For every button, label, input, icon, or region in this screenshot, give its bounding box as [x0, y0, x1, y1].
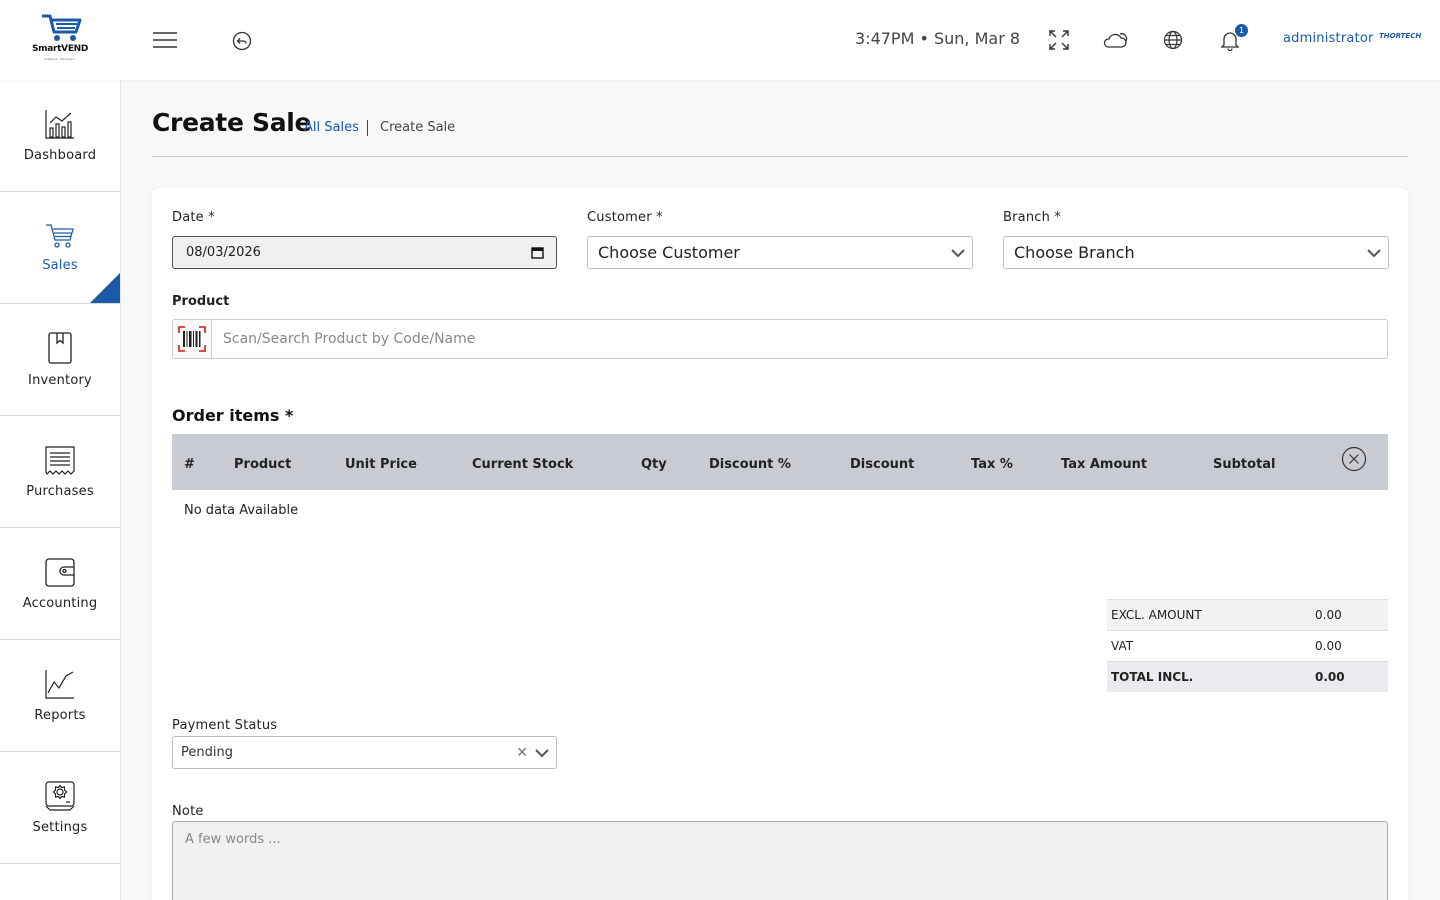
sidebar-item-inventory[interactable]: Inventory — [0, 304, 120, 416]
brand-tagline: Software · Hardware — [44, 57, 75, 61]
sidebar-item-label: Sales — [42, 258, 78, 273]
totals-value: 0.00 — [1315, 670, 1345, 684]
sidebar-item-label: Purchases — [26, 484, 94, 499]
chevron-down-icon — [951, 249, 965, 258]
active-indicator — [90, 273, 120, 303]
note-label: Note — [172, 804, 204, 819]
totals-value: 0.00 — [1315, 639, 1342, 653]
breadcrumb-all-sales[interactable]: All Sales — [304, 120, 359, 135]
date-label: Date * — [172, 210, 215, 225]
column-header: # — [184, 457, 195, 472]
column-header: Subtotal — [1213, 457, 1276, 472]
company-logo: THORTECH — [1379, 32, 1422, 40]
sidebar: Dashboard Sales Inventory Purchases Acco… — [0, 80, 121, 900]
order-items-title: Order items * — [172, 406, 294, 425]
clear-selection-icon[interactable]: ✕ — [516, 745, 528, 761]
totals-label: VAT — [1111, 639, 1134, 653]
current-datetime: 3:47PM • Sun, Mar 8 — [855, 29, 1021, 48]
column-header: Tax Amount — [1061, 457, 1148, 472]
customer-select-value: Choose Customer — [598, 243, 740, 262]
customer-label: Customer * — [587, 210, 663, 225]
totals-label: EXCL. AMOUNT — [1111, 608, 1202, 622]
top-bar: SmartVEND Software · Hardware 3:47PM • S… — [0, 0, 1440, 80]
sidebar-item-accounting[interactable]: Accounting — [0, 528, 120, 640]
totals-table: EXCL. AMOUNT 0.00 VAT 0.00 TOTAL INCL. 0… — [1107, 599, 1388, 692]
barcode-icon — [178, 326, 206, 352]
sidebar-item-reports[interactable]: Reports — [0, 640, 120, 752]
empty-table-message: No data Available — [184, 503, 299, 518]
sidebar-item-purchases[interactable]: Purchases — [0, 416, 120, 528]
sidebar-item-label: Inventory — [28, 373, 92, 388]
product-search-input[interactable]: Scan/Search Product by Code/Name — [223, 331, 475, 347]
clear-items-button[interactable] — [1341, 446, 1367, 476]
product-label: Product — [172, 294, 230, 309]
sidebar-item-label: Dashboard — [23, 148, 97, 163]
payment-status-label: Payment Status — [172, 718, 278, 733]
main-content: Create Sale All Sales Create Sale Date *… — [121, 80, 1440, 900]
sidebar-item-sales[interactable]: Sales — [0, 192, 120, 304]
totals-row: VAT 0.00 — [1107, 630, 1388, 661]
gear-icon — [45, 781, 75, 811]
totals-label: TOTAL INCL. — [1111, 670, 1194, 684]
column-header: Discount % — [709, 457, 791, 472]
fullscreen-icon[interactable] — [1048, 29, 1070, 51]
breadcrumb-separator — [367, 120, 368, 136]
sidebar-item-label: Reports — [34, 708, 86, 723]
cart-icon — [46, 224, 74, 248]
wallet-icon — [45, 558, 75, 587]
date-value: 08/03/2026 — [186, 245, 261, 260]
totals-row: EXCL. AMOUNT 0.00 — [1107, 599, 1388, 630]
barcode-scan-button[interactable] — [173, 320, 212, 358]
weather-icon[interactable] — [1102, 29, 1130, 51]
column-header: Discount — [850, 457, 915, 472]
title-divider — [152, 156, 1408, 157]
column-header: Current Stock — [472, 457, 574, 472]
close-circle-icon — [1341, 446, 1367, 472]
date-field[interactable]: 08/03/2026 — [172, 236, 557, 269]
column-header: Tax % — [971, 457, 1013, 472]
create-sale-form: Date * 08/03/2026 Customer * Choose Cust… — [152, 188, 1408, 900]
branch-label: Branch * — [1003, 210, 1062, 225]
line-chart-icon — [45, 670, 74, 699]
sidebar-item-label: Accounting — [22, 596, 98, 611]
totals-row: TOTAL INCL. 0.00 — [1107, 661, 1388, 692]
dashboard-chart-icon — [45, 110, 74, 139]
page-title: Create Sale — [152, 108, 312, 137]
receipt-icon — [45, 446, 75, 476]
globe-icon[interactable] — [1162, 29, 1184, 51]
order-items-header: # Product Unit Price Current Stock Qty D… — [172, 434, 1388, 490]
brand-logo[interactable]: SmartVEND Software · Hardware — [30, 12, 90, 68]
payment-status-value: Pending — [181, 745, 233, 760]
back-icon[interactable] — [231, 30, 252, 51]
chevron-down-icon — [1367, 249, 1381, 258]
column-header: Qty — [641, 457, 667, 472]
cart-logo-icon — [42, 14, 82, 41]
sidebar-item-settings[interactable]: Settings — [0, 752, 120, 864]
user-name[interactable]: administrator — [1283, 31, 1374, 46]
customer-select[interactable]: Choose Customer — [587, 236, 973, 269]
product-search[interactable]: Scan/Search Product by Code/Name — [172, 319, 1388, 359]
book-icon — [48, 332, 72, 364]
column-header: Product — [234, 457, 292, 472]
brand-name: SmartVEND — [32, 44, 89, 54]
note-textarea[interactable] — [172, 821, 1388, 900]
payment-status-select[interactable]: Pending ✕ — [172, 736, 557, 769]
branch-select-value: Choose Branch — [1014, 243, 1135, 262]
branch-select[interactable]: Choose Branch — [1003, 236, 1389, 269]
calendar-icon[interactable] — [531, 246, 544, 259]
totals-value: 0.00 — [1315, 608, 1342, 622]
chevron-down-icon — [535, 749, 549, 758]
notification-badge: 1 — [1235, 24, 1248, 37]
menu-icon[interactable] — [152, 30, 178, 50]
sidebar-item-dashboard[interactable]: Dashboard — [0, 80, 120, 192]
column-header: Unit Price — [345, 457, 417, 472]
breadcrumb-current: Create Sale — [380, 120, 456, 135]
sidebar-item-label: Settings — [32, 820, 88, 835]
